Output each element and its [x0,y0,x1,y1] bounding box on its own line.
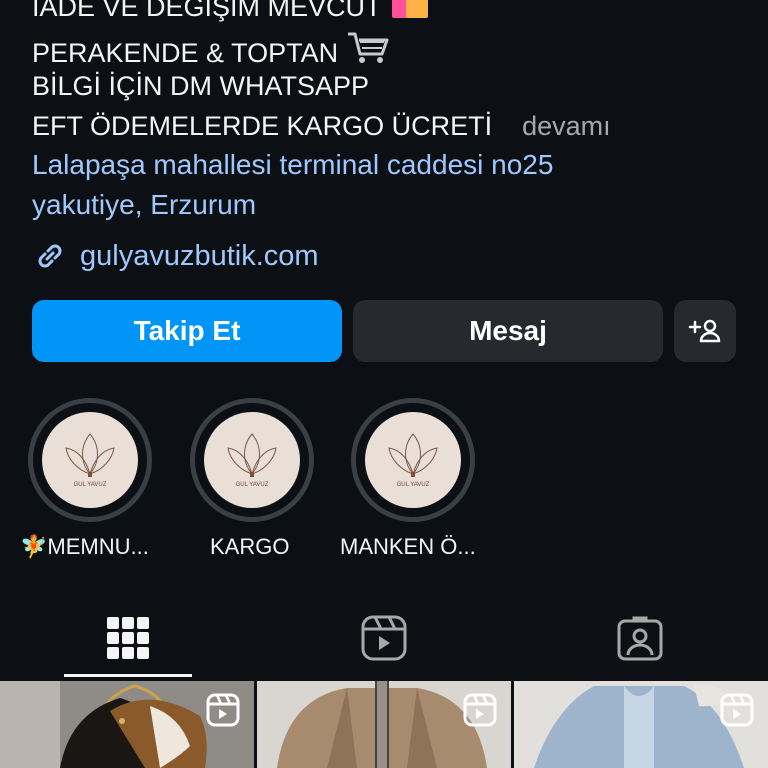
highlight-ring: GUL YAVUZ [351,398,475,522]
location-line-2[interactable]: yakutiye, Erzurum [32,188,256,222]
more-link[interactable]: devamı [522,111,611,141]
website-url[interactable]: gulyavuzbutik.com [80,240,319,273]
bio-line-2: PERAKENDE & TOPTAN [32,30,390,73]
message-button[interactable]: Mesaj [353,300,663,362]
reel-icon [206,693,240,732]
shopping-bags-icon [390,0,434,27]
post-thumbnail[interactable] [514,681,768,768]
active-tab-indicator [64,674,192,677]
tab-reels[interactable] [256,598,512,678]
highlight-ring: GUL YAVUZ [190,398,314,522]
bio-line-1: İADE VE DEĞİŞİM MEVCUT [32,0,434,27]
post-thumbnail[interactable] [0,681,254,768]
bio-line-2-text: PERAKENDE & TOPTAN [32,38,339,68]
follow-button-label: Takip Et [133,315,241,346]
link-icon [38,244,62,268]
highlight-logo-text: GUL YAVUZ [397,482,430,488]
highlight-logo: GUL YAVUZ [42,412,138,508]
reel-icon [720,693,754,732]
highlight-logo-text: GUL YAVUZ [236,482,269,488]
add-person-icon [688,319,721,343]
bio-line-3: BİLGİ İÇİN DM WHATSAPP [32,71,370,101]
highlight-label-kargo[interactable]: KARGO [210,534,289,560]
reels-icon [361,615,407,661]
highlight-label-manken[interactable]: MANKEN Ö... [340,534,476,560]
highlight-ring: GUL YAVUZ [28,398,152,522]
follow-button[interactable]: Takip Et [32,300,342,362]
website-link[interactable]: gulyavuzbutik.com [32,236,319,276]
tagged-person-icon [617,616,663,661]
profile-screen: İADE VE DEĞİŞİM MEVCUT PERAKENDE & TOPTA… [0,0,768,768]
post-thumbnail[interactable] [257,681,511,768]
bio-line-1-text: İADE VE DEĞİŞİM MEVCUT [32,0,382,22]
bio-line-4-text: EFT ÖDEMELERDE KARGO ÜCRETİ [32,111,493,141]
bio-line-4: EFT ÖDEMELERDE KARGO ÜCRETİ devamı [32,110,611,142]
suggest-people-button[interactable] [674,300,736,362]
reel-icon [463,693,497,732]
location-line-1[interactable]: Lalapaşa mahallesi terminal caddesi no25 [32,148,553,182]
tab-tagged[interactable] [512,598,768,678]
highlight-logo: GUL YAVUZ [204,412,300,508]
message-button-label: Mesaj [469,315,547,346]
highlight-logo: GUL YAVUZ [365,412,461,508]
grid-icon [107,617,149,659]
tab-grid[interactable] [0,598,256,678]
highlight-label-memnun[interactable]: 🧚MEMNU... [20,534,149,560]
profile-tabs [0,598,768,678]
highlight-logo-text: GUL YAVUZ [74,482,107,488]
shopping-cart-icon [346,30,390,73]
